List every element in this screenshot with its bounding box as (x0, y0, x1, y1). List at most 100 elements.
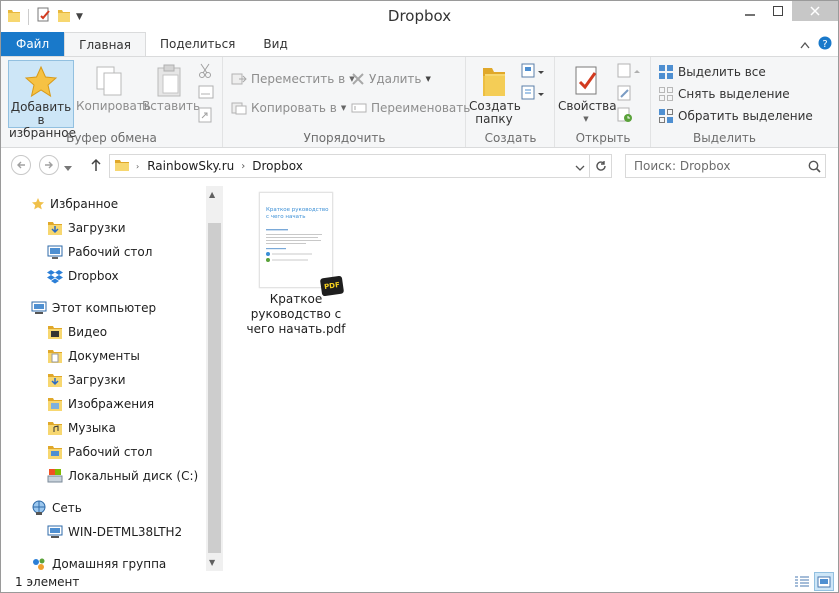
scroll-down-icon[interactable]: ▼ (209, 558, 215, 567)
new-item-icon[interactable] (521, 63, 547, 82)
easy-access-icon[interactable] (521, 85, 547, 104)
item-count: 1 элемент (15, 575, 80, 589)
search-icon[interactable] (803, 160, 825, 173)
navigation-scrollbar[interactable]: ▲ ▼ (206, 186, 223, 571)
file-name-line3: чего начать.pdf (246, 322, 346, 336)
pictures-folder-icon (48, 398, 62, 411)
desktop-icon (47, 245, 63, 259)
paste-button[interactable]: Вставить (142, 60, 201, 113)
organize-group-label: Упорядочить (303, 131, 386, 145)
large-icons-view-icon (817, 576, 831, 587)
back-button[interactable] (11, 155, 31, 175)
scroll-up-icon[interactable]: ▲ (209, 190, 215, 199)
delete-button[interactable]: Удалить ▼ (351, 69, 431, 89)
nav-documents[interactable]: Документы (47, 345, 140, 367)
properties-button[interactable]: Свойства ▼ (558, 60, 617, 126)
nav-desktop[interactable]: Рабочий стол (47, 441, 152, 463)
chevron-up-icon[interactable] (800, 38, 810, 52)
pdf-badge-icon: PDF (319, 275, 345, 297)
close-button[interactable] (792, 1, 838, 21)
copy-to-button[interactable]: Копировать в ▼ (231, 98, 346, 118)
quick-access-toolbar: ▼ (7, 7, 83, 26)
star-icon (32, 198, 44, 210)
rename-icon (351, 103, 367, 113)
nav-fav-downloads[interactable]: Загрузки (47, 217, 126, 239)
paste-icon (142, 62, 196, 100)
new-folder-button[interactable]: Создать папку (469, 60, 521, 126)
nav-this-pc[interactable]: Этот компьютер (31, 297, 156, 319)
nav-videos[interactable]: Видео (47, 321, 107, 343)
nav-fav-downloads-label: Загрузки (68, 221, 126, 235)
documents-folder-icon (48, 350, 62, 363)
cut-icon[interactable] (198, 63, 212, 82)
nav-fav-desktop[interactable]: Рабочий стол (47, 241, 152, 263)
tab-view[interactable]: Вид (249, 32, 301, 57)
nav-pictures-label: Изображения (68, 397, 155, 411)
move-to-button[interactable]: Переместить в ▼ (231, 69, 355, 89)
nav-network[interactable]: Сеть (31, 497, 82, 519)
nav-fav-dropbox[interactable]: Dropbox (47, 265, 119, 287)
nav-local-disk[interactable]: Локальный диск (C:) (47, 465, 198, 487)
address-bar[interactable]: › RainbowSky.ru › Dropbox (109, 154, 612, 178)
nav-homegroup[interactable]: Домашняя группа (31, 553, 166, 571)
downloads-folder-icon (48, 222, 62, 235)
new-folder-icon (469, 62, 519, 100)
address-dropdown-icon[interactable] (575, 161, 585, 175)
history-icon[interactable] (617, 107, 633, 126)
recent-locations-icon[interactable] (64, 161, 72, 175)
nav-favorites[interactable]: Избранное (31, 193, 118, 215)
search-box[interactable]: Поиск: Dropbox (625, 154, 826, 178)
thumbnail-text-lines (266, 229, 322, 262)
nav-favorites-label: Избранное (50, 197, 119, 211)
nav-music[interactable]: Музыка (47, 417, 116, 439)
tab-share[interactable]: Поделиться (146, 32, 249, 57)
tab-home[interactable]: Главная (64, 32, 146, 57)
up-button[interactable] (90, 158, 102, 175)
properties-icon (558, 62, 614, 100)
copy-path-icon[interactable] (198, 85, 214, 102)
invert-selection-icon (659, 109, 673, 123)
breadcrumb-rainbowsky[interactable]: RainbowSky.ru (147, 159, 234, 173)
paste-label: Вставить (142, 99, 201, 113)
large-icons-view-button[interactable] (814, 572, 834, 591)
minimize-button[interactable] (736, 1, 764, 21)
nav-fav-dropbox-label: Dropbox (68, 269, 119, 283)
edit-icon[interactable] (617, 85, 633, 104)
arrow-left-icon (17, 161, 25, 169)
ribbon-tab-icons: ? (800, 36, 832, 53)
select-none-button[interactable]: Снять выделение (658, 84, 790, 104)
refresh-button[interactable] (589, 155, 611, 177)
paste-shortcut-icon[interactable] (198, 107, 212, 126)
help-icon[interactable]: ? (818, 36, 832, 53)
properties-icon[interactable] (36, 7, 52, 26)
select-all-button[interactable]: Выделить все (658, 62, 766, 82)
invert-selection-label: Обратить выделение (678, 109, 813, 123)
file-item[interactable]: Краткое руководство с чего начать PDF Кр… (246, 192, 346, 337)
breadcrumb-separator-icon[interactable]: › (136, 162, 139, 171)
copy-button[interactable]: Копировать (76, 60, 151, 113)
folder-icon (114, 157, 130, 176)
breadcrumb-dropbox[interactable]: Dropbox (252, 159, 303, 173)
breadcrumb-separator-icon[interactable]: › (241, 161, 245, 172)
details-view-button[interactable] (792, 572, 812, 591)
nav-downloads[interactable]: Загрузки (47, 369, 126, 391)
scrollbar-thumb[interactable] (208, 223, 221, 553)
new-group: Создать папку Создать (467, 57, 555, 147)
maximize-button[interactable] (764, 1, 792, 21)
open-icon[interactable] (617, 63, 643, 82)
rename-button[interactable]: Переименовать (351, 98, 470, 118)
forward-button[interactable] (39, 155, 59, 175)
view-switcher (792, 572, 834, 591)
nav-network-computer-label: WIN-DETML38LTH2 (68, 525, 183, 539)
nav-pictures[interactable]: Изображения (47, 393, 154, 415)
invert-selection-button[interactable]: Обратить выделение (658, 106, 813, 126)
pin-to-favorites-button[interactable]: Добавить в избранное (8, 60, 76, 140)
select-none-icon (659, 87, 673, 101)
nav-network-computer[interactable]: WIN-DETML38LTH2 (47, 521, 182, 543)
nav-homegroup-label: Домашняя группа (52, 557, 167, 571)
svg-text:?: ? (822, 39, 827, 50)
customize-qat-icon[interactable]: ▼ (76, 12, 83, 22)
new-folder-icon[interactable] (56, 7, 72, 26)
tab-file[interactable]: Файл (1, 32, 65, 57)
arrow-right-icon (45, 161, 53, 169)
